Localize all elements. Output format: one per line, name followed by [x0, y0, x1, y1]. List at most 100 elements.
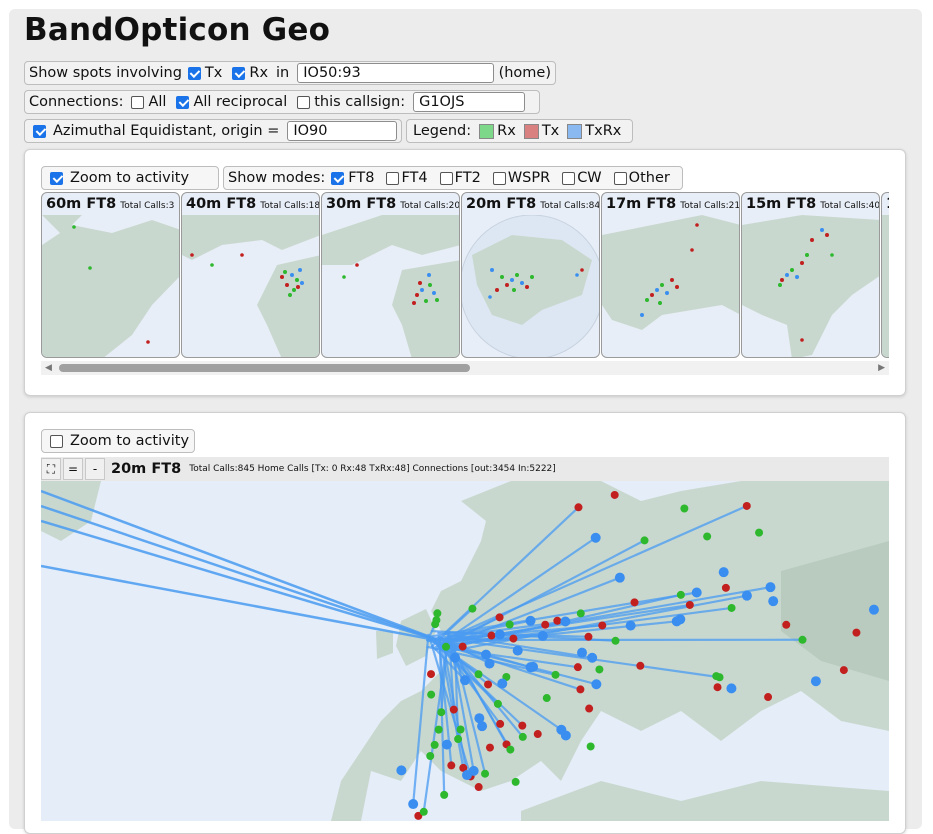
tx-spot-marker[interactable]: [553, 617, 561, 625]
tx-spot-marker[interactable]: [585, 705, 593, 713]
tx-spot-marker[interactable]: [576, 685, 584, 693]
tx-spot-marker[interactable]: [722, 584, 730, 592]
square-input[interactable]: IO50:93: [297, 63, 493, 83]
txrx-spot-marker[interactable]: [495, 629, 505, 639]
txrx-spot-marker[interactable]: [442, 740, 452, 750]
rx-spot-marker[interactable]: [587, 742, 595, 750]
mode-wspr-checkbox[interactable]: [493, 172, 506, 185]
rx-spot-marker[interactable]: [454, 735, 462, 743]
rx-spot-marker[interactable]: [712, 672, 720, 680]
rx-spot-marker[interactable]: [431, 741, 439, 749]
rx-spot-marker[interactable]: [427, 691, 435, 699]
tx-spot-marker[interactable]: [584, 633, 592, 641]
rx-spot-marker[interactable]: [468, 605, 476, 613]
minus-icon[interactable]: -: [85, 458, 105, 480]
thumbnail-scrollbar[interactable]: ◀ ▶: [41, 361, 889, 375]
txrx-spot-marker[interactable]: [626, 621, 636, 631]
tx-spot-marker[interactable]: [487, 632, 495, 640]
thumbnail-20m[interactable]: 20m FT8Total Calls:845: [461, 192, 600, 358]
txrx-spot-marker[interactable]: [481, 650, 491, 660]
tx-spot-marker[interactable]: [509, 635, 517, 643]
rx-spot-marker[interactable]: [680, 505, 688, 513]
detail-zoom-checkbox[interactable]: [50, 435, 63, 448]
rx-spot-marker[interactable]: [481, 770, 489, 778]
tx-spot-marker[interactable]: [486, 744, 494, 752]
rx-spot-marker[interactable]: [494, 700, 502, 708]
tx-spot-marker[interactable]: [598, 621, 606, 629]
tx-spot-marker[interactable]: [459, 643, 467, 651]
tx-spot-marker[interactable]: [714, 683, 722, 691]
tx-spot-marker[interactable]: [496, 613, 504, 621]
tx-spot-marker[interactable]: [574, 663, 582, 671]
txrx-spot-marker[interactable]: [462, 770, 472, 780]
rx-spot-marker[interactable]: [512, 778, 520, 786]
rx-spot-marker[interactable]: [798, 636, 806, 644]
txrx-spot-marker[interactable]: [538, 631, 548, 641]
thumbnail-30m[interactable]: 30m FT8Total Calls:204: [321, 192, 460, 358]
tx-spot-marker[interactable]: [450, 706, 458, 714]
txrx-spot-marker[interactable]: [869, 605, 879, 615]
this-callsign-checkbox[interactable]: [297, 96, 310, 109]
scroll-left-icon[interactable]: ◀: [45, 363, 52, 373]
txrx-spot-marker[interactable]: [485, 659, 495, 669]
txrx-spot-marker[interactable]: [561, 730, 571, 740]
txrx-spot-marker[interactable]: [460, 675, 470, 685]
txrx-spot-marker[interactable]: [396, 765, 406, 775]
thumbnail-40m[interactable]: 40m FT8Total Calls:187: [181, 192, 320, 358]
tx-spot-marker[interactable]: [518, 722, 526, 730]
txrx-spot-marker[interactable]: [615, 573, 625, 583]
mode-ft4-checkbox[interactable]: [386, 172, 399, 185]
txrx-spot-marker[interactable]: [587, 653, 597, 663]
tx-spot-marker[interactable]: [475, 783, 483, 791]
tx-spot-marker[interactable]: [852, 629, 860, 637]
origin-input[interactable]: IO90: [287, 121, 397, 141]
rx-spot-marker[interactable]: [728, 604, 736, 612]
scrollbar-thumb[interactable]: [59, 364, 470, 372]
txrx-spot-marker[interactable]: [528, 662, 538, 672]
tx-spot-marker[interactable]: [840, 666, 848, 674]
tx-spot-marker[interactable]: [484, 680, 492, 688]
txrx-spot-marker[interactable]: [811, 676, 821, 686]
all-reciprocal-checkbox[interactable]: [176, 96, 189, 109]
azimuthal-checkbox[interactable]: [33, 125, 46, 138]
tx-spot-marker[interactable]: [764, 693, 772, 701]
tx-spot-marker[interactable]: [743, 502, 751, 510]
scroll-right-icon[interactable]: ▶: [878, 363, 885, 373]
rx-spot-marker[interactable]: [437, 708, 445, 716]
txrx-spot-marker[interactable]: [765, 582, 775, 592]
fullscreen-icon[interactable]: ⛶: [41, 458, 61, 480]
thumbnail-partial[interactable]: 1: [881, 192, 889, 358]
txrx-spot-marker[interactable]: [675, 614, 685, 624]
rx-spot-marker[interactable]: [677, 591, 685, 599]
txrx-spot-marker[interactable]: [408, 799, 418, 809]
tx-spot-marker[interactable]: [534, 730, 542, 738]
tx-spot-marker[interactable]: [611, 491, 619, 499]
rx-spot-marker[interactable]: [506, 620, 514, 628]
rx-spot-marker[interactable]: [641, 536, 649, 544]
txrx-spot-marker[interactable]: [513, 646, 523, 656]
rx-spot-marker[interactable]: [457, 726, 465, 734]
rx-spot-marker[interactable]: [440, 791, 448, 799]
tx-spot-marker[interactable]: [574, 503, 582, 511]
tx-spot-marker[interactable]: [631, 598, 639, 606]
tx-spot-marker[interactable]: [782, 621, 790, 629]
txrx-spot-marker[interactable]: [497, 679, 507, 689]
tx-spot-marker[interactable]: [496, 720, 504, 728]
callsign-input[interactable]: G1OJS: [413, 92, 525, 112]
detail-map[interactable]: [41, 481, 889, 821]
rx-spot-marker[interactable]: [506, 746, 514, 754]
thumbnail-60m[interactable]: 60m FT8Total Calls:3: [41, 192, 180, 358]
txrx-spot-marker[interactable]: [742, 591, 752, 601]
rx-spot-marker[interactable]: [433, 609, 441, 617]
rx-spot-marker[interactable]: [475, 670, 483, 678]
txrx-spot-marker[interactable]: [560, 616, 570, 626]
tx-spot-marker[interactable]: [541, 621, 549, 629]
rx-spot-marker[interactable]: [426, 752, 434, 760]
tx-spot-marker[interactable]: [636, 662, 644, 670]
rx-spot-marker[interactable]: [543, 694, 551, 702]
rx-spot-marker[interactable]: [435, 726, 443, 734]
overview-zoom-checkbox[interactable]: [50, 172, 63, 185]
txrx-spot-marker[interactable]: [577, 648, 587, 658]
txrx-spot-marker[interactable]: [526, 616, 536, 626]
txrx-spot-marker[interactable]: [591, 679, 601, 689]
